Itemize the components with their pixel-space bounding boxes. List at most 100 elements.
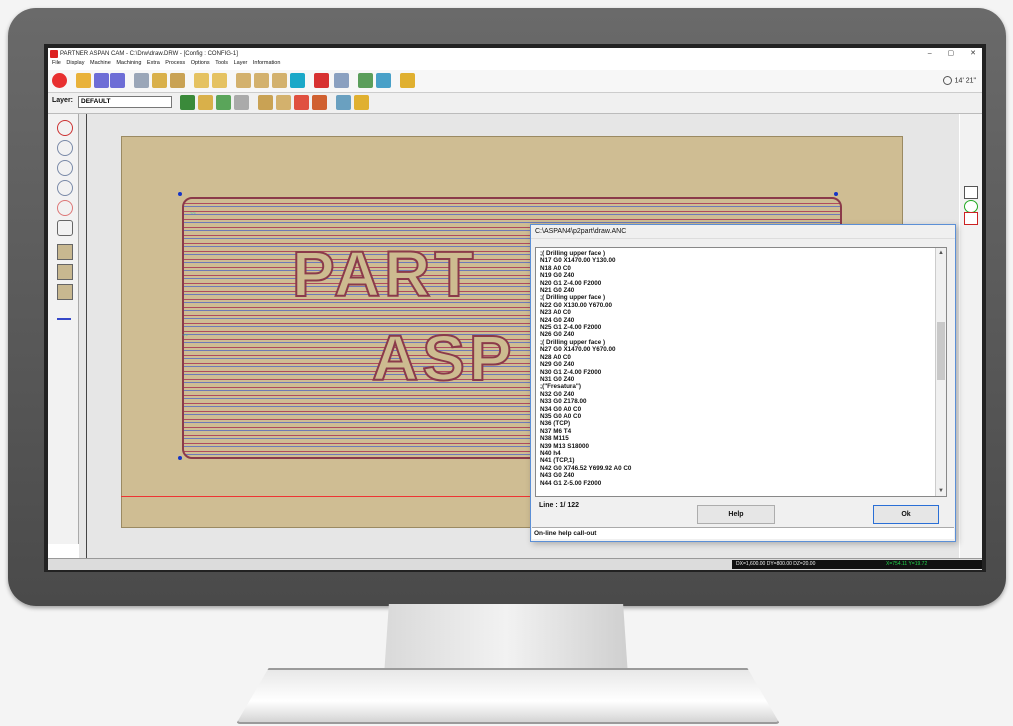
nc-code-line[interactable]: N32 G0 Z40 [540, 391, 930, 398]
tool-3-icon[interactable] [236, 73, 251, 88]
nc-code-listbox[interactable]: ;( Drilling upper face ) N17 G0 X1470.00 … [535, 247, 947, 497]
menu-tools[interactable]: Tools [215, 60, 228, 66]
dimension-icon[interactable] [964, 186, 978, 199]
nc-code-line[interactable]: ;( Drilling upper face ) [540, 339, 930, 346]
sequence-icon[interactable] [334, 73, 349, 88]
menu-options[interactable]: Options [191, 60, 210, 66]
nc-code-line[interactable]: ;("Fresatura") [540, 383, 930, 390]
nc-code-line[interactable]: N22 G0 X130.00 Y670.00 [540, 302, 930, 309]
menu-process[interactable]: Process [165, 60, 185, 66]
layer-color-icon[interactable] [216, 95, 231, 110]
save-icon[interactable] [94, 73, 109, 88]
layer-info-icon[interactable] [294, 95, 309, 110]
clock-time: 14' 21" [954, 77, 976, 85]
nc-code-line[interactable]: N17 G0 X1470.00 Y130.00 [540, 257, 930, 264]
zoom-back-icon[interactable] [57, 120, 73, 136]
nc-code-line[interactable]: N34 G0 A0 C0 [540, 406, 930, 413]
nc-code-line[interactable]: N28 A0 C0 [540, 354, 930, 361]
drill-point[interactable] [178, 192, 182, 196]
tooling-icon[interactable] [152, 73, 167, 88]
nc-code-line[interactable]: N41 (TCP,1) [540, 457, 930, 464]
nc-code-line[interactable]: N44 G1 Z-5.00 F2000 [540, 480, 930, 487]
scroll-down-icon[interactable]: ▼ [937, 487, 945, 495]
scroll-thumb[interactable] [937, 322, 945, 380]
menu-machine[interactable]: Machine [90, 60, 111, 66]
view-iso-icon[interactable] [57, 284, 73, 300]
nc-code-line[interactable]: ;( Drilling upper face ) [540, 250, 930, 257]
tool-1-icon[interactable] [194, 73, 209, 88]
app-logo-icon [50, 50, 58, 58]
layer-list-icon[interactable] [312, 95, 327, 110]
nc-code-line[interactable]: N33 G0 Z178.00 [540, 398, 930, 405]
measure-icon[interactable] [57, 304, 71, 320]
power-icon[interactable] [52, 73, 67, 88]
nc-code-line[interactable]: N38 M115 [540, 435, 930, 442]
close-button[interactable]: ✕ [970, 50, 976, 57]
layer-select[interactable]: DEFAULT [78, 96, 172, 108]
zoom-in-icon[interactable] [57, 140, 73, 156]
zoom-window-icon[interactable] [57, 180, 73, 196]
layer-note-icon[interactable] [354, 95, 369, 110]
nc-code-line[interactable]: N29 G0 Z40 [540, 361, 930, 368]
scroll-up-icon[interactable]: ▲ [937, 249, 945, 257]
tool-2-icon[interactable] [212, 73, 227, 88]
dialog-divider [531, 238, 955, 239]
nc-code-line[interactable]: N31 G0 Z40 [540, 376, 930, 383]
nc-code-line[interactable]: N27 G0 X1470.00 Y670.00 [540, 346, 930, 353]
nc-code-line[interactable]: N36 (TCP) [540, 420, 930, 427]
minimize-button[interactable]: – [928, 50, 932, 57]
import-icon[interactable] [134, 73, 149, 88]
nc-code-line[interactable]: N23 A0 C0 [540, 309, 930, 316]
drill-point[interactable] [178, 456, 182, 460]
menu-information[interactable]: Information [253, 60, 281, 66]
nc-code-line[interactable]: N30 G1 Z-4.00 F2000 [540, 369, 930, 376]
ok-button[interactable]: Ok [873, 505, 939, 524]
zoom-all-icon[interactable] [57, 200, 73, 216]
engraved-text-line2: ASP [371, 321, 516, 395]
nc-code-line[interactable]: N43 G0 Z40 [540, 472, 930, 479]
menu-machining[interactable]: Machining [116, 60, 141, 66]
nc-code-line[interactable]: N24 G0 Z40 [540, 317, 930, 324]
maximize-button[interactable]: ▢ [948, 50, 955, 57]
nc-code-line[interactable]: N21 G0 Z40 [540, 287, 930, 294]
view-3d-icon[interactable] [57, 244, 73, 260]
nc-code-line[interactable]: N25 G1 Z-4.00 F2000 [540, 324, 930, 331]
view-top-icon[interactable] [57, 264, 73, 280]
nc-code-line[interactable]: N37 M6 T4 [540, 428, 930, 435]
new-file-icon[interactable] [76, 73, 91, 88]
help-button[interactable]: Help [697, 505, 775, 524]
menu-layer[interactable]: Layer [234, 60, 248, 66]
pan-hand-icon[interactable] [57, 220, 73, 236]
layer-stack-icon[interactable] [234, 95, 249, 110]
tool-6-icon[interactable] [290, 73, 305, 88]
view-icon[interactable] [376, 73, 391, 88]
layers-icon[interactable] [180, 95, 195, 110]
tool-4-icon[interactable] [254, 73, 269, 88]
vertical-scrollbar[interactable]: ▲ ▼ [935, 248, 946, 496]
delete-icon[interactable] [314, 73, 329, 88]
simulate-icon[interactable] [358, 73, 373, 88]
nc-code-line[interactable]: N26 G0 Z40 [540, 331, 930, 338]
menu-display[interactable]: Display [66, 60, 84, 66]
nc-code-line[interactable]: N19 G0 Z40 [540, 272, 930, 279]
nc-code-line[interactable]: N35 G0 A0 C0 [540, 413, 930, 420]
tool-5-icon[interactable] [272, 73, 287, 88]
nc-code-line[interactable]: N18 A0 C0 [540, 265, 930, 272]
edit-icon[interactable] [170, 73, 185, 88]
menu-file[interactable]: File [52, 60, 61, 66]
search-layer-icon[interactable] [258, 95, 273, 110]
nc-code-line[interactable]: N39 M13 S18000 [540, 443, 930, 450]
disable-icon[interactable] [964, 212, 978, 225]
nc-code-line[interactable]: N40 h4 [540, 450, 930, 457]
drill-point[interactable] [834, 192, 838, 196]
nc-code-line[interactable]: N42 G0 X746.52 Y699.92 A0 C0 [540, 465, 930, 472]
layer-tools-icon[interactable] [276, 95, 291, 110]
save-as-icon[interactable] [110, 73, 125, 88]
nc-code-line[interactable]: N20 G1 Z-4.00 F2000 [540, 280, 930, 287]
export-icon[interactable] [400, 73, 415, 88]
nc-code-line[interactable]: ;( Drilling upper face ) [540, 294, 930, 301]
menu-extra[interactable]: Extra [147, 60, 160, 66]
layer-print-icon[interactable] [336, 95, 351, 110]
layer-edit-icon[interactable] [198, 95, 213, 110]
zoom-out-icon[interactable] [57, 160, 73, 176]
